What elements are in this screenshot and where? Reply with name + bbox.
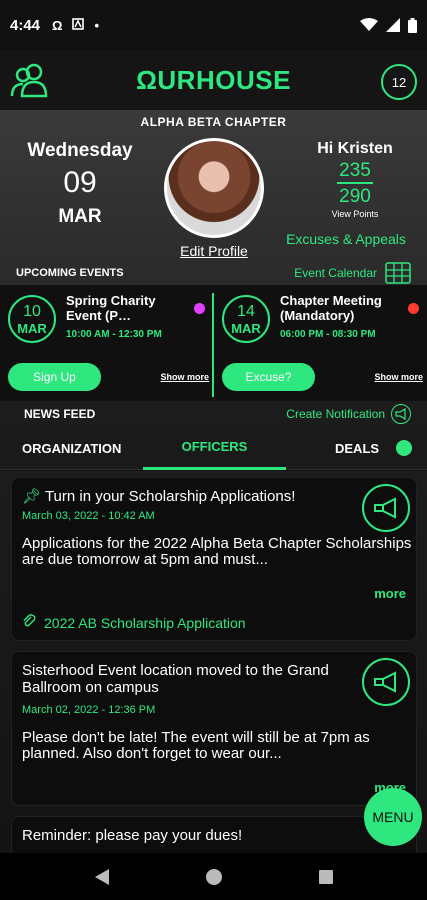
attachment-link[interactable]: 2022 AB Scholarship Application — [22, 614, 246, 631]
event-card[interactable]: 10 MAR Spring Charity Event (P… 10:00 AM… — [0, 285, 213, 401]
deals-indicator-dot — [396, 440, 412, 456]
calendar-icon[interactable] — [385, 261, 411, 284]
event-time: 10:00 AM - 12:30 PM — [66, 329, 162, 340]
view-points-label[interactable]: View Points — [290, 209, 420, 219]
event-title: Spring Charity Event (P… — [66, 293, 156, 323]
app-logo: ΩURHOUSE — [136, 64, 291, 95]
paperclip-icon — [22, 614, 36, 631]
feed-post[interactable]: 📌︎ Turn in your Scholarship Applications… — [11, 477, 417, 641]
omega-icon: Ω — [52, 17, 63, 33]
attachment-name: 2022 AB Scholarship Application — [44, 614, 246, 631]
chapter-name: ALPHA BETA CHAPTER — [140, 115, 287, 129]
back-icon[interactable] — [94, 868, 110, 886]
feed-tabs: ORGANIZATION OFFICERS DEALS — [0, 426, 427, 470]
post-date: March 02, 2022 - 12:36 PM — [22, 704, 156, 716]
upcoming-events-header: UPCOMING EVENTS Event Calendar — [0, 260, 427, 285]
megaphone-icon — [362, 484, 410, 532]
edit-profile-link[interactable]: Edit Profile — [150, 243, 278, 259]
date-day-number: 09 — [63, 166, 97, 199]
members-icon[interactable] — [10, 62, 50, 98]
news-feed: 📌︎ Turn in your Scholarship Applications… — [0, 471, 427, 853]
greeting: Hi Kristen — [317, 140, 393, 157]
sign-up-button[interactable]: Sign Up — [8, 363, 101, 391]
event-date-badge: 14 MAR — [222, 295, 270, 343]
status-time: 4:44 — [10, 16, 41, 34]
megaphone-icon[interactable] — [391, 403, 411, 424]
signal-icon — [386, 18, 400, 32]
event-status-dot — [408, 303, 419, 314]
event-calendar-link[interactable]: Event Calendar — [294, 266, 377, 280]
event-month: MAR — [231, 320, 261, 336]
home-icon[interactable] — [205, 868, 223, 886]
post-body: Please don't be late! The event will sti… — [22, 729, 370, 762]
event-card[interactable]: 14 MAR Chapter Meeting (Mandatory) 06:00… — [214, 285, 427, 401]
post-body: Applications for the 2022 Alpha Beta Cha… — [22, 535, 412, 568]
news-feed-header: NEWS FEED Create Notification — [0, 401, 427, 426]
upcoming-events-list: 10 MAR Spring Charity Event (P… 10:00 AM… — [0, 285, 427, 401]
more-link[interactable]: more — [374, 586, 406, 601]
event-status-dot — [194, 303, 205, 314]
avatar[interactable] — [164, 138, 264, 238]
create-notification-link[interactable]: Create Notification — [286, 407, 385, 421]
post-title: Reminder: please pay your dues! — [22, 827, 243, 844]
upcoming-events-title: UPCOMING EVENTS — [16, 266, 124, 279]
excuse-button[interactable]: Excuse? — [222, 363, 315, 391]
battery-icon — [408, 17, 417, 33]
post-title-text: Turn in your Scholarship Applications! — [44, 488, 296, 505]
date-month: MAR — [58, 206, 102, 227]
post-title: Sisterhood Event location moved to the G… — [22, 662, 329, 696]
news-feed-title: NEWS FEED — [24, 406, 96, 421]
tab-organization[interactable]: ORGANIZATION — [22, 426, 121, 470]
nfc-icon — [72, 17, 85, 33]
feed-post[interactable]: Reminder: please pay your dues! — [11, 816, 417, 853]
post-title: 📌︎ Turn in your Scholarship Applications… — [22, 488, 352, 505]
wifi-icon — [360, 18, 378, 31]
recents-icon[interactable] — [318, 869, 334, 885]
event-day: 14 — [237, 302, 255, 320]
event-date-badge: 10 MAR — [8, 295, 56, 343]
pin-icon: 📌︎ — [22, 488, 42, 505]
post-date: March 03, 2022 - 10:42 AM — [22, 510, 155, 522]
status-bar: 4:44 Ω • — [0, 0, 427, 50]
today-date: Wednesday 09 MAR — [20, 140, 140, 228]
points-total[interactable]: 290 — [290, 186, 420, 208]
app-header: ΩURHOUSE 12 — [0, 50, 427, 110]
system-nav-bar — [0, 853, 427, 900]
event-day: 10 — [23, 302, 41, 320]
event-time: 06:00 PM - 08:30 PM — [280, 329, 376, 340]
menu-button[interactable]: MENU — [364, 788, 422, 846]
show-more-link[interactable]: Show more — [374, 372, 423, 382]
event-title: Chapter Meeting (Mandatory) — [280, 293, 382, 323]
event-month: MAR — [17, 320, 47, 336]
excuses-appeals-link[interactable]: Excuses & Appeals — [276, 231, 416, 247]
show-more-link[interactable]: Show more — [160, 372, 209, 382]
dot-icon: • — [94, 17, 100, 33]
chat-notifications-button[interactable]: 12 — [381, 64, 417, 100]
tab-deals[interactable]: DEALS — [335, 426, 379, 470]
tab-officers[interactable]: OFFICERS — [143, 426, 286, 470]
notification-count: 12 — [391, 74, 407, 90]
megaphone-icon — [362, 658, 410, 706]
profile-hero: ALPHA BETA CHAPTER Wednesday 09 MAR Edit… — [0, 110, 427, 285]
greeting-block: Hi Kristen 235 290 View Points — [290, 140, 420, 219]
date-day-name: Wednesday — [27, 140, 133, 161]
points-earned[interactable]: 235 — [337, 160, 373, 184]
feed-post[interactable]: Sisterhood Event location moved to the G… — [11, 651, 417, 806]
